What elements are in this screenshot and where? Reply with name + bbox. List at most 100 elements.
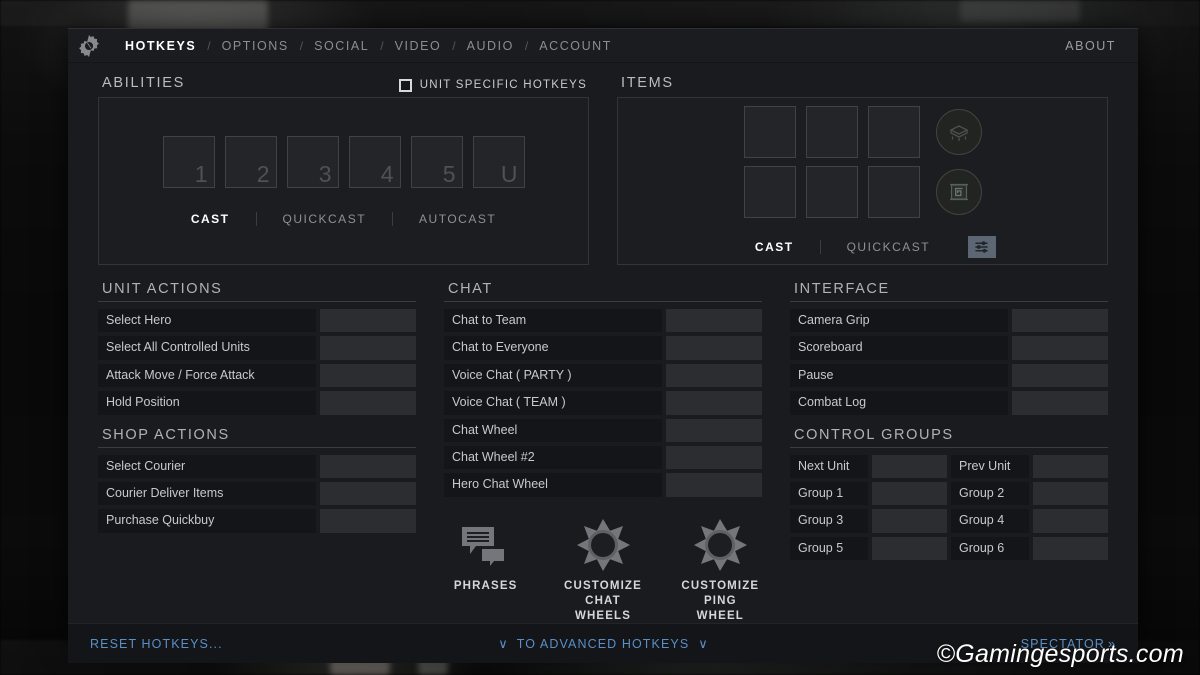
control-group-value[interactable] [1033,537,1108,560]
control-group-cell[interactable]: Group 1 [790,482,947,505]
ability-slot[interactable]: 2 [225,136,277,188]
abilities-cast-mode-tabs: CAST QUICKCAST AUTOCAST [165,210,522,228]
about-link[interactable]: ABOUT [1065,39,1116,53]
control-group-cell[interactable]: Group 2 [951,482,1108,505]
tp-scroll-icon[interactable] [936,169,982,215]
items-cast-tab[interactable]: CAST [729,238,820,256]
ability-slot-key: 2 [257,162,270,186]
checkbox-box[interactable] [399,79,412,92]
binding-row[interactable]: Voice Chat ( PARTY ) [444,364,762,387]
control-group-cell[interactable]: Group 6 [951,537,1108,560]
binding-row[interactable]: Pause [790,364,1108,387]
control-group-cell[interactable]: Group 4 [951,509,1108,532]
binding-value[interactable] [1012,391,1108,414]
control-group-value[interactable] [1033,482,1108,505]
phrases-label-line1: PHRASES [454,580,518,592]
stash-icon[interactable] [936,109,982,155]
ability-slot[interactable]: 1 [163,136,215,188]
binding-value[interactable] [666,364,762,387]
binding-value[interactable] [666,336,762,359]
item-slot[interactable] [868,166,920,218]
binding-value[interactable] [666,473,762,496]
binding-row[interactable]: Hero Chat Wheel [444,473,762,496]
binding-row[interactable]: Chat to Everyone [444,336,762,359]
tab-options[interactable]: OPTIONS [211,39,300,53]
binding-row[interactable]: Courier Deliver Items [98,482,416,505]
binding-value[interactable] [666,419,762,442]
items-quickcast-tab[interactable]: QUICKCAST [821,238,957,256]
binding-label: Combat Log [790,391,1008,414]
binding-value[interactable] [320,391,416,414]
control-group-value[interactable] [872,455,947,478]
ability-slot[interactable]: 5 [411,136,463,188]
customize-chat-wheels-button[interactable]: CUSTOMIZE CHAT WHEELS [561,519,644,624]
binding-value[interactable] [320,364,416,387]
binding-value[interactable] [320,509,416,532]
binding-value[interactable] [320,309,416,332]
binding-value[interactable] [320,336,416,359]
chat-wheels-label-line2: CHAT WHEELS [575,595,631,622]
ability-slot[interactable]: U [473,136,525,188]
binding-row[interactable]: Attack Move / Force Attack [98,364,416,387]
abilities-cast-tab[interactable]: CAST [165,210,256,228]
binding-value[interactable] [1012,336,1108,359]
binding-row[interactable]: Chat to Team [444,309,762,332]
binding-value[interactable] [320,455,416,478]
binding-row[interactable]: Chat Wheel #2 [444,446,762,469]
binding-label: Hero Chat Wheel [444,473,662,496]
bindings-columns-row: UNIT ACTIONS Select Hero Select All Cont… [98,281,1108,623]
customize-ping-wheel-button[interactable]: CUSTOMIZE PING WHEEL [679,519,762,624]
item-slot[interactable] [744,106,796,158]
binding-value[interactable] [1012,364,1108,387]
binding-row[interactable]: Voice Chat ( TEAM ) [444,391,762,414]
control-group-value[interactable] [872,537,947,560]
item-slot-grid [744,106,982,218]
ability-slot[interactable]: 3 [287,136,339,188]
control-group-cell[interactable]: Group 5 [790,537,947,560]
control-group-cell[interactable]: Group 3 [790,509,947,532]
control-group-value[interactable] [1033,455,1108,478]
phrases-button[interactable]: PHRASES [444,519,527,624]
binding-row[interactable]: Chat Wheel [444,419,762,442]
binding-label: Select Hero [98,309,316,332]
item-slot[interactable] [744,166,796,218]
tab-video[interactable]: VIDEO [384,39,453,53]
binding-row[interactable]: Select All Controlled Units [98,336,416,359]
binding-value[interactable] [320,482,416,505]
control-group-cell[interactable]: Next Unit [790,455,947,478]
reset-hotkeys-button[interactable]: RESET HOTKEYS... [90,637,223,651]
binding-row[interactable]: Combat Log [790,391,1108,414]
binding-value[interactable] [666,391,762,414]
binding-value[interactable] [666,446,762,469]
binding-row[interactable]: Select Hero [98,309,416,332]
to-advanced-hotkeys-button[interactable]: ∨ TO ADVANCED HOTKEYS ∨ [498,637,708,651]
unit-actions-title: UNIT ACTIONS [98,281,416,302]
item-slot[interactable] [868,106,920,158]
binding-row[interactable]: Scoreboard [790,336,1108,359]
ability-slot[interactable]: 4 [349,136,401,188]
binding-row[interactable]: Hold Position [98,391,416,414]
item-slot[interactable] [806,166,858,218]
control-group-value[interactable] [872,482,947,505]
items-title-row: ITEMS [617,73,1108,97]
binding-row[interactable]: Select Courier [98,455,416,478]
binding-row[interactable]: Camera Grip [790,309,1108,332]
binding-row[interactable]: Purchase Quickbuy [98,509,416,532]
sliders-icon [974,240,990,254]
abilities-quickcast-tab[interactable]: QUICKCAST [257,210,393,228]
control-group-label: Prev Unit [951,455,1029,478]
tab-audio[interactable]: AUDIO [456,39,525,53]
abilities-autocast-tab[interactable]: AUTOCAST [393,210,522,228]
items-settings-button[interactable] [968,236,996,258]
binding-value[interactable] [666,309,762,332]
tab-hotkeys[interactable]: HOTKEYS [114,39,207,53]
gear-icon[interactable] [78,35,100,57]
unit-specific-hotkeys-checkbox[interactable]: UNIT SPECIFIC HOTKEYS [399,79,589,92]
tab-social[interactable]: SOCIAL [303,39,380,53]
control-group-value[interactable] [872,509,947,532]
control-group-value[interactable] [1033,509,1108,532]
item-slot[interactable] [806,106,858,158]
control-group-cell[interactable]: Prev Unit [951,455,1108,478]
binding-value[interactable] [1012,309,1108,332]
tab-account[interactable]: ACCOUNT [528,39,623,53]
